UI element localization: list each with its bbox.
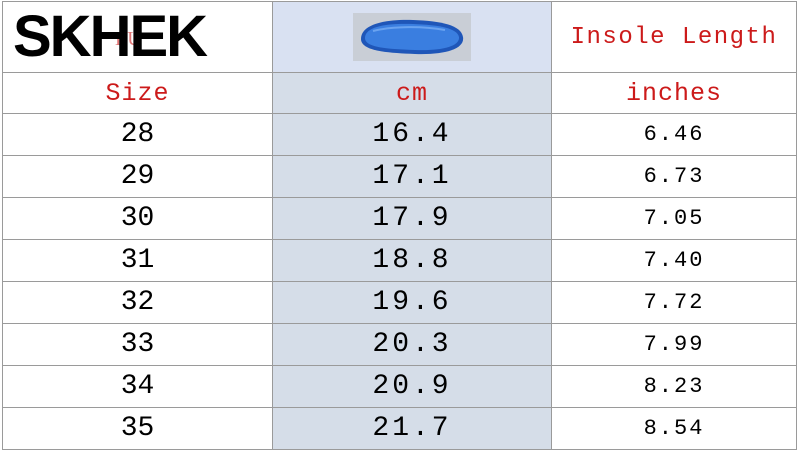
table-row: 30 17.9 7.05 bbox=[2, 197, 797, 240]
size-cell: 30 bbox=[2, 197, 273, 240]
size-value: 30 bbox=[120, 203, 155, 234]
size-chart: EU SKHEK Insole Length Size cm inches 28… bbox=[0, 0, 799, 457]
table-row: 35 21.7 8.54 bbox=[2, 407, 797, 450]
inches-value: 6.46 bbox=[643, 122, 705, 147]
size-value: 34 bbox=[120, 371, 155, 402]
size-cell: 32 bbox=[2, 281, 273, 324]
table-row: 32 19.6 7.72 bbox=[2, 281, 797, 324]
table-row: 33 20.3 7.99 bbox=[2, 323, 797, 366]
cm-cell: 20.9 bbox=[272, 365, 552, 408]
inches-cell: 8.23 bbox=[551, 365, 797, 408]
size-table: EU SKHEK Insole Length Size cm inches 28… bbox=[2, 1, 797, 450]
cm-value: 16.4 bbox=[372, 119, 452, 150]
size-cell: 35 bbox=[2, 407, 273, 450]
cm-cell: 16.4 bbox=[272, 113, 552, 156]
inches-value: 8.54 bbox=[643, 416, 705, 441]
size-value: 33 bbox=[120, 329, 155, 360]
cm-cell: 19.6 bbox=[272, 281, 552, 324]
cm-value: 20.3 bbox=[372, 329, 452, 360]
header-cm: cm bbox=[272, 72, 552, 114]
cm-header: cm bbox=[395, 78, 428, 108]
header-inches: inches bbox=[551, 72, 797, 114]
cm-value: 21.7 bbox=[372, 413, 452, 444]
size-cell: 28 bbox=[2, 113, 273, 156]
size-value: 32 bbox=[120, 287, 155, 318]
size-value: 29 bbox=[120, 161, 155, 192]
size-value: 28 bbox=[120, 119, 155, 150]
inches-cell: 7.40 bbox=[551, 239, 797, 282]
size-cell: 31 bbox=[2, 239, 273, 282]
insole-image-cell bbox=[272, 1, 552, 73]
inches-cell: 7.99 bbox=[551, 323, 797, 366]
cm-value: 17.1 bbox=[372, 161, 452, 192]
size-cell: 29 bbox=[2, 155, 273, 198]
header-row: Size cm inches bbox=[2, 72, 797, 114]
inches-value: 8.23 bbox=[643, 374, 705, 399]
inches-header: inches bbox=[625, 78, 722, 108]
size-value: 31 bbox=[120, 245, 155, 276]
insole-title-cell: Insole Length bbox=[551, 1, 797, 73]
inches-cell: 8.54 bbox=[551, 407, 797, 450]
size-cell: 34 bbox=[2, 365, 273, 408]
cm-value: 18.8 bbox=[372, 245, 452, 276]
inches-value: 7.40 bbox=[643, 248, 705, 273]
size-header: Size bbox=[105, 78, 170, 108]
cm-cell: 17.9 bbox=[272, 197, 552, 240]
table-row: 31 18.8 7.40 bbox=[2, 239, 797, 282]
size-cell: 33 bbox=[2, 323, 273, 366]
size-value: 35 bbox=[120, 413, 155, 444]
brand-logo: SKHEK bbox=[13, 4, 208, 69]
table-row: 28 16.4 6.46 bbox=[2, 113, 797, 156]
inches-cell: 7.05 bbox=[551, 197, 797, 240]
insole-length-title: Insole Length bbox=[570, 23, 778, 51]
inches-value: 7.72 bbox=[643, 290, 705, 315]
inches-value: 7.05 bbox=[643, 206, 705, 231]
table-row: 29 17.1 6.73 bbox=[2, 155, 797, 198]
cm-value: 20.9 bbox=[372, 371, 452, 402]
inches-cell: 6.46 bbox=[551, 113, 797, 156]
cm-cell: 21.7 bbox=[272, 407, 552, 450]
banner-row: EU SKHEK Insole Length bbox=[2, 1, 797, 73]
cm-cell: 17.1 bbox=[272, 155, 552, 198]
brand-cell: EU SKHEK bbox=[2, 1, 273, 73]
header-size: Size bbox=[2, 72, 273, 114]
inches-value: 7.99 bbox=[643, 332, 705, 357]
inches-cell: 7.72 bbox=[551, 281, 797, 324]
table-row: 34 20.9 8.23 bbox=[2, 365, 797, 408]
insole-image bbox=[353, 13, 471, 61]
inches-value: 6.73 bbox=[643, 164, 705, 189]
cm-value: 19.6 bbox=[372, 287, 452, 318]
cm-value: 17.9 bbox=[372, 203, 452, 234]
cm-cell: 20.3 bbox=[272, 323, 552, 366]
cm-cell: 18.8 bbox=[272, 239, 552, 282]
inches-cell: 6.73 bbox=[551, 155, 797, 198]
